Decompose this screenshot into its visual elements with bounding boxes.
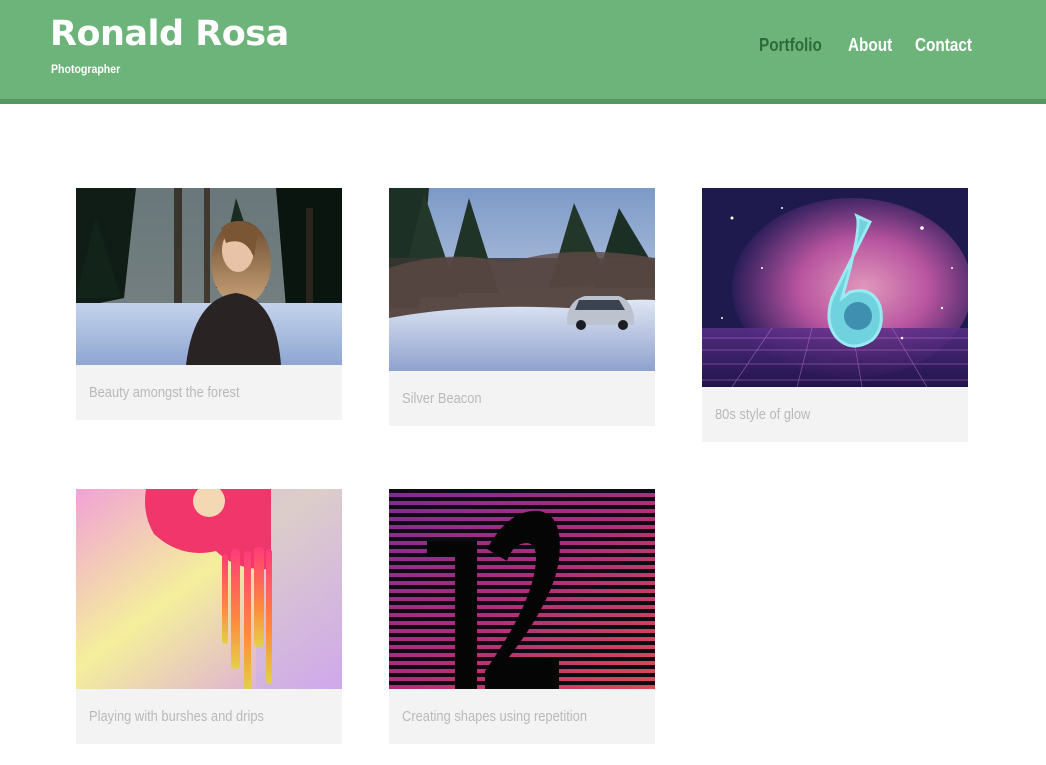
site-tagline: Photographer xyxy=(51,62,121,76)
nav-portfolio-link[interactable]: Portfolio xyxy=(759,35,822,56)
main-nav: Portfolio About Contact xyxy=(0,35,1046,59)
portfolio-caption[interactable]: Beauty amongst the forest xyxy=(76,365,342,420)
portfolio-item[interactable]: Creating shapes using repetition xyxy=(389,489,655,744)
nav-about-link[interactable]: About xyxy=(848,35,892,56)
portfolio-thumbnail[interactable] xyxy=(389,188,655,371)
portfolio-item[interactable]: Silver Beacon xyxy=(389,188,655,426)
portfolio-thumbnail[interactable] xyxy=(702,188,968,387)
nav-contact-link[interactable]: Contact xyxy=(915,35,972,56)
portfolio-thumbnail[interactable] xyxy=(76,489,342,689)
portfolio-caption[interactable]: Playing with burshes and drips xyxy=(76,689,342,744)
site-header: Ronald Rosa Photographer Portfolio About… xyxy=(0,0,1046,104)
portfolio-caption[interactable]: Creating shapes using repetition xyxy=(389,689,655,744)
portfolio-thumbnail[interactable] xyxy=(76,188,342,365)
portfolio-item[interactable]: Playing with burshes and drips xyxy=(76,489,342,744)
portfolio-item[interactable]: 80s style of glow xyxy=(702,188,968,442)
portfolio-caption[interactable]: Silver Beacon xyxy=(389,371,655,426)
portfolio-thumbnail[interactable] xyxy=(389,489,655,689)
portfolio-caption[interactable]: 80s style of glow xyxy=(702,387,968,442)
portfolio-item[interactable]: Beauty amongst the forest xyxy=(76,188,342,420)
